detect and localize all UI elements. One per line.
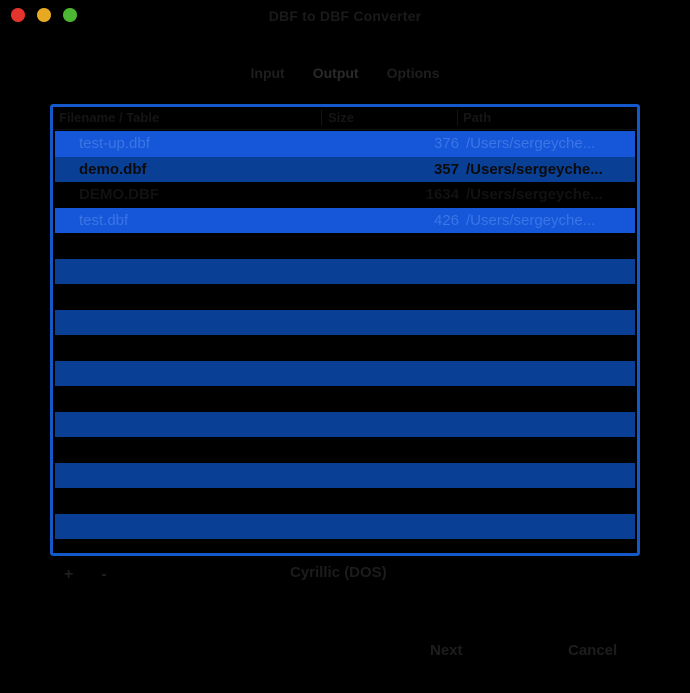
- table-row[interactable]: DEMO.DBF 1634 /Users/sergeyche...: [55, 182, 635, 208]
- tab-input[interactable]: Input: [237, 62, 299, 84]
- empty-table-row: [55, 411, 635, 437]
- empty-table-row: [55, 488, 635, 514]
- empty-table-row: [55, 309, 635, 335]
- encoding-select[interactable]: Cyrillic (DOS): [290, 564, 387, 581]
- file-table[interactable]: Filename / Table Size Path test-up.dbf 3…: [50, 104, 640, 556]
- column-separator[interactable]: [457, 110, 458, 126]
- row-filename: test-up.dbf: [79, 135, 150, 152]
- empty-table-row: [55, 437, 635, 463]
- window-title: DBF to DBF Converter: [268, 8, 422, 24]
- toolbar-tabs: Input Output Options: [0, 62, 690, 84]
- cancel-button[interactable]: Cancel: [568, 642, 617, 659]
- table-row[interactable]: demo.dbf 357 /Users/sergeyche...: [55, 156, 635, 182]
- empty-table-row: [55, 513, 635, 539]
- column-header-filename[interactable]: Filename / Table: [59, 110, 159, 125]
- empty-table-row: [55, 462, 635, 488]
- column-separator[interactable]: [321, 110, 322, 126]
- add-file-button[interactable]: +: [64, 566, 73, 584]
- row-size: 1634: [425, 186, 459, 203]
- title-bar: DBF to DBF Converter: [0, 0, 690, 30]
- empty-table-row: [55, 386, 635, 412]
- tab-options[interactable]: Options: [373, 62, 454, 84]
- row-size: 376: [433, 135, 459, 152]
- row-filename: demo.dbf: [79, 160, 147, 178]
- empty-table-row: [55, 335, 635, 361]
- empty-table-row: [55, 258, 635, 284]
- tab-output[interactable]: Output: [299, 62, 373, 84]
- row-path: /Users/sergeyche...: [466, 211, 596, 229]
- row-filename: DEMO.DBF: [79, 186, 159, 203]
- table-row[interactable]: test.dbf 426 /Users/sergeyche...: [55, 207, 635, 233]
- converter-window: DBF to DBF Converter Input Output Option…: [0, 0, 690, 693]
- empty-table-row: [55, 360, 635, 386]
- row-path: /Users/sergeyche...: [466, 160, 603, 178]
- next-button[interactable]: Next: [430, 642, 463, 659]
- row-path: /Users/sergeyche...: [466, 186, 603, 203]
- table-header: Filename / Table Size Path: [53, 107, 637, 130]
- empty-table-row: [55, 233, 635, 259]
- table-row[interactable]: test-up.dbf 376 /Users/sergeyche...: [55, 131, 635, 157]
- add-remove-controls: + -: [64, 566, 107, 584]
- remove-file-button[interactable]: -: [101, 566, 106, 584]
- column-header-path[interactable]: Path: [463, 110, 491, 125]
- row-filename: test.dbf: [79, 211, 129, 229]
- row-size: 426: [433, 211, 459, 229]
- column-header-size[interactable]: Size: [328, 110, 354, 125]
- row-path: /Users/sergeyche...: [466, 135, 596, 152]
- table-body: test-up.dbf 376 /Users/sergeyche... demo…: [55, 131, 635, 553]
- row-size: 357: [433, 160, 459, 178]
- empty-table-row: [55, 539, 635, 553]
- empty-table-row: [55, 284, 635, 310]
